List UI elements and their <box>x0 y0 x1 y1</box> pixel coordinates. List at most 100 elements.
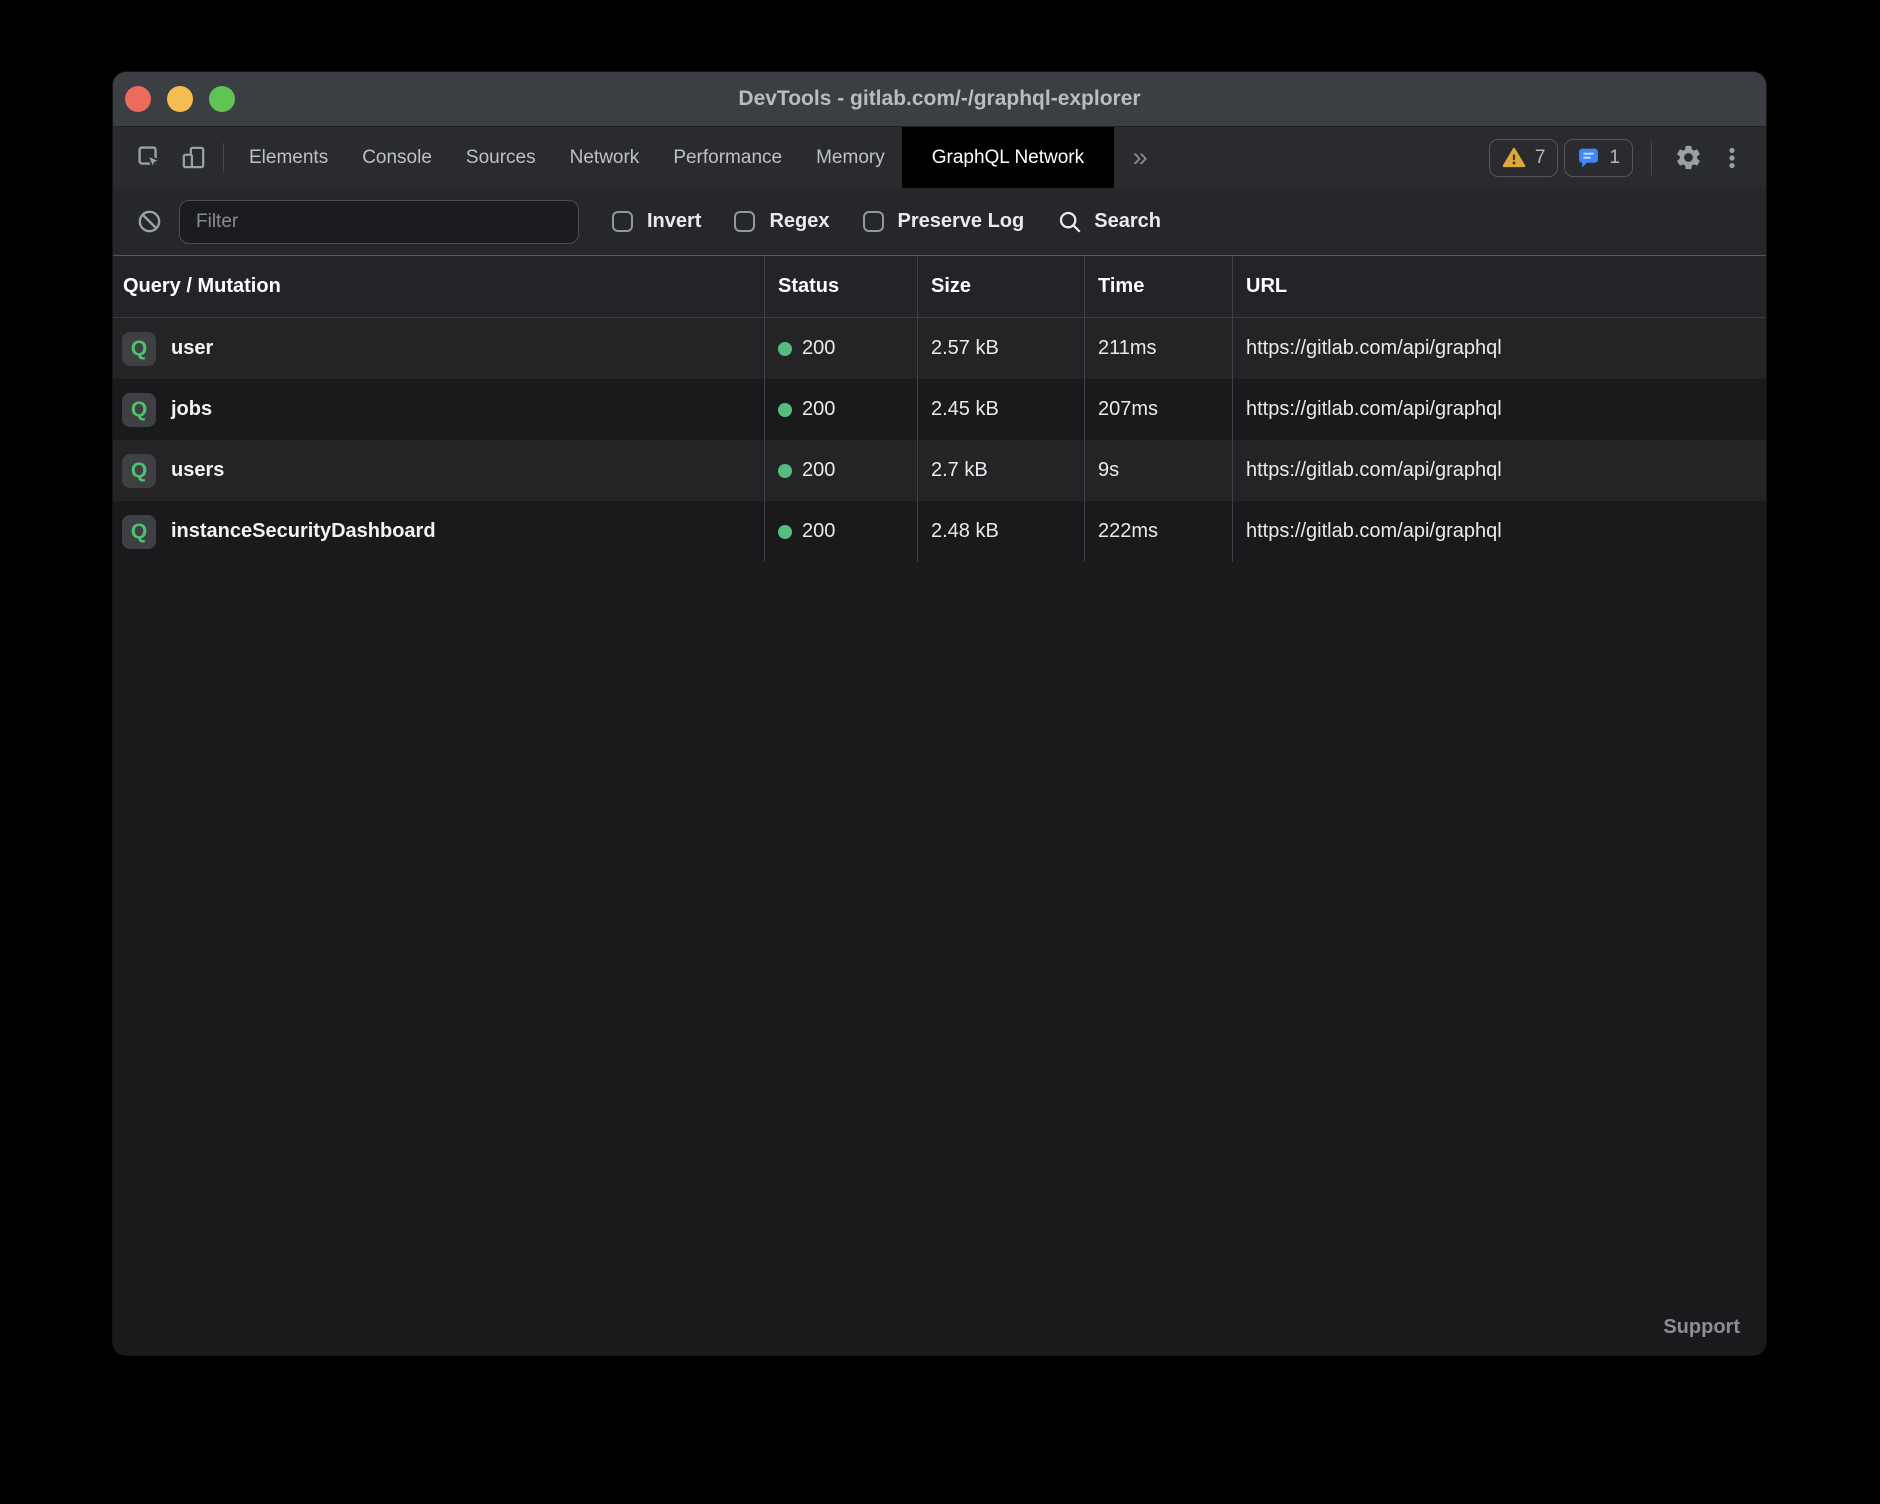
regex-label: Regex <box>769 210 829 233</box>
request-row[interactable]: Q users 200 2.7 kB 9s https://gitlab.com… <box>113 440 1766 501</box>
size-cell: 2.48 kB <box>917 501 1084 562</box>
status-ok-dot <box>778 525 792 539</box>
query-name: users <box>171 459 224 482</box>
status-cell: 200 <box>764 440 917 501</box>
query-cell: Q user <box>113 318 764 379</box>
gear-icon <box>1674 143 1703 172</box>
request-time: 207ms <box>1098 398 1158 421</box>
size-cell: 2.7 kB <box>917 440 1084 501</box>
checkbox-icon <box>863 211 884 232</box>
support-link[interactable]: Support <box>1663 1316 1740 1339</box>
desktop-background: DevTools - gitlab.com/-/graphql-explorer… <box>0 0 1880 1504</box>
time-cell: 211ms <box>1084 318 1232 379</box>
time-cell: 207ms <box>1084 379 1232 440</box>
request-url: https://gitlab.com/api/graphql <box>1246 520 1502 543</box>
request-url: https://gitlab.com/api/graphql <box>1246 398 1502 421</box>
tab-memory[interactable]: Memory <box>799 127 902 188</box>
tab-console[interactable]: Console <box>345 127 449 188</box>
tab-elements[interactable]: Elements <box>232 127 345 188</box>
tabbar-spacer <box>1166 127 1489 188</box>
status-code: 200 <box>802 337 835 360</box>
url-cell: https://gitlab.com/api/graphql <box>1232 501 1766 562</box>
traffic-lights <box>125 72 235 126</box>
column-header-time: Time <box>1084 256 1232 317</box>
devtools-tabbar: ElementsConsoleSourcesNetworkPerformance… <box>113 127 1766 188</box>
window-title: DevTools - gitlab.com/-/graphql-explorer <box>738 87 1140 111</box>
query-type-icon: Q <box>122 393 156 427</box>
settings-button[interactable] <box>1666 143 1710 172</box>
time-cell: 222ms <box>1084 501 1232 562</box>
preserve-log-label: Preserve Log <box>898 210 1025 233</box>
message-bubble-icon <box>1577 147 1600 168</box>
panel-tabs: ElementsConsoleSourcesNetworkPerformance… <box>232 127 902 188</box>
regex-checkbox[interactable]: Regex <box>734 210 829 233</box>
status-ok-dot <box>778 342 792 356</box>
search-icon <box>1057 209 1083 235</box>
search-button[interactable]: Search <box>1057 209 1161 235</box>
url-cell: https://gitlab.com/api/graphql <box>1232 440 1766 501</box>
zoom-window-button[interactable] <box>209 86 235 112</box>
request-time: 211ms <box>1098 337 1157 360</box>
chevron-double-right-icon: » <box>1133 142 1148 173</box>
checkbox-icon <box>612 211 633 232</box>
request-row[interactable]: Q jobs 200 2.45 kB 207ms https://gitlab.… <box>113 379 1766 440</box>
kebab-menu-icon <box>1719 145 1745 171</box>
status-code: 200 <box>802 459 835 482</box>
filter-input[interactable] <box>179 200 579 244</box>
device-toolbar-button[interactable] <box>171 127 215 188</box>
device-toolbar-icon <box>180 144 207 171</box>
query-name: instanceSecurityDashboard <box>171 520 436 543</box>
issues-count: 1 <box>1609 147 1620 169</box>
clear-filter-button[interactable] <box>127 208 171 235</box>
tab-performance[interactable]: Performance <box>656 127 799 188</box>
size-cell: 2.57 kB <box>917 318 1084 379</box>
filter-toolbar: Invert Regex Preserve Log Search <box>113 188 1766 256</box>
column-header-size: Size <box>917 256 1084 317</box>
request-url: https://gitlab.com/api/graphql <box>1246 459 1502 482</box>
status-cell: 200 <box>764 379 917 440</box>
query-cell: Q instanceSecurityDashboard <box>113 501 764 562</box>
tabbar-controls <box>1666 127 1754 188</box>
time-cell: 9s <box>1084 440 1232 501</box>
url-cell: https://gitlab.com/api/graphql <box>1232 379 1766 440</box>
close-window-button[interactable] <box>125 86 151 112</box>
request-row[interactable]: Q instanceSecurityDashboard 200 2.48 kB … <box>113 501 1766 562</box>
tab-sources[interactable]: Sources <box>449 127 553 188</box>
status-cell: 200 <box>764 318 917 379</box>
query-name: jobs <box>171 398 212 421</box>
warnings-badge[interactable]: 7 <box>1489 139 1559 177</box>
empty-results-area: Support <box>113 562 1766 1355</box>
column-header-url: URL <box>1232 256 1766 317</box>
status-code: 200 <box>802 398 835 421</box>
request-list: Q user 200 2.57 kB 211ms https://gitlab.… <box>113 318 1766 562</box>
tab-graphql-network[interactable]: GraphQL Network <box>902 127 1114 188</box>
table-header: Query / Mutation Status Size Time URL <box>113 256 1766 318</box>
inspect-cursor-icon <box>136 144 163 171</box>
more-tabs-button[interactable]: » <box>1114 127 1166 188</box>
status-ok-dot <box>778 403 792 417</box>
inspect-element-button[interactable] <box>127 127 171 188</box>
invert-checkbox[interactable]: Invert <box>612 210 701 233</box>
request-time: 9s <box>1098 459 1119 482</box>
warning-triangle-icon <box>1502 147 1526 168</box>
checkbox-icon <box>734 211 755 232</box>
url-cell: https://gitlab.com/api/graphql <box>1232 318 1766 379</box>
response-size: 2.7 kB <box>931 459 988 482</box>
issues-badge[interactable]: 1 <box>1564 139 1633 177</box>
invert-label: Invert <box>647 210 701 233</box>
status-cell: 200 <box>764 501 917 562</box>
toolbar-divider <box>223 143 224 173</box>
column-header-status: Status <box>764 256 917 317</box>
block-icon <box>136 208 163 235</box>
search-label: Search <box>1094 210 1161 233</box>
warnings-count: 7 <box>1535 147 1546 169</box>
minimize-window-button[interactable] <box>167 86 193 112</box>
query-cell: Q users <box>113 440 764 501</box>
response-size: 2.57 kB <box>931 337 999 360</box>
query-name: user <box>171 337 213 360</box>
titlebar: DevTools - gitlab.com/-/graphql-explorer <box>113 72 1766 127</box>
request-row[interactable]: Q user 200 2.57 kB 211ms https://gitlab.… <box>113 318 1766 379</box>
more-options-button[interactable] <box>1710 145 1754 171</box>
preserve-log-checkbox[interactable]: Preserve Log <box>863 210 1025 233</box>
tab-network[interactable]: Network <box>553 127 657 188</box>
